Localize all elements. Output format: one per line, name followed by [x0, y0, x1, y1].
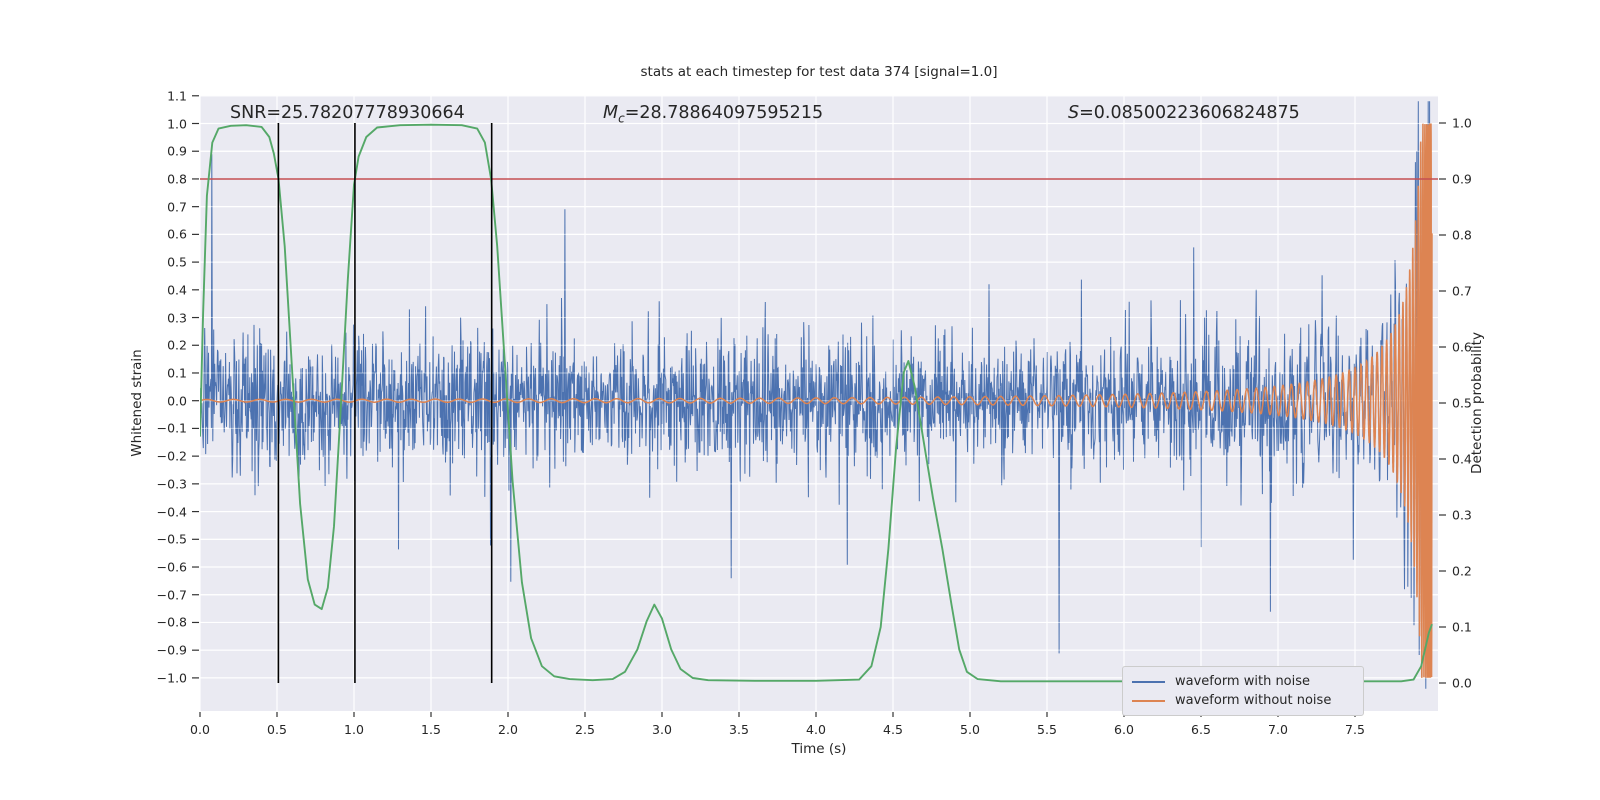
y-tick-label-right: 0.1 — [1452, 619, 1472, 635]
annotation-chirp-mass: Mc=28.78864097595215 — [603, 103, 824, 126]
legend: waveform with noise waveform without noi… — [1122, 666, 1364, 716]
x-tick-label: 3.0 — [652, 722, 672, 737]
legend-item-with-noise: waveform with noise — [1132, 672, 1354, 691]
legend-label: waveform without noise — [1175, 693, 1332, 708]
x-tick-label: 0.5 — [267, 722, 287, 737]
y-tick-label-right: 1.0 — [1452, 115, 1472, 131]
y-tick-label-left: 0.5 — [167, 254, 187, 270]
legend-line-sample-blue — [1132, 680, 1165, 683]
y-tick-label-left: 0.6 — [167, 226, 187, 242]
y-tick-label-left: −1.0 — [156, 670, 187, 686]
x-tick-label: 1.0 — [344, 722, 364, 737]
y-tick-label-left: 0.1 — [167, 365, 187, 381]
x-tick-label: 4.0 — [806, 722, 826, 737]
legend-item-without-noise: waveform without noise — [1132, 691, 1354, 710]
y-tick-label-left: −0.2 — [156, 448, 187, 464]
y-tick-label-right: 0.5 — [1452, 395, 1472, 411]
y-tick-label-left: 0.0 — [167, 393, 187, 409]
y-tick-label-right: 0.9 — [1452, 171, 1472, 187]
x-tick-label: 2.5 — [575, 722, 595, 737]
x-tick-label: 5.0 — [960, 722, 980, 737]
y-tick-label-left: 0.9 — [167, 143, 187, 159]
y-tick-label-left: 0.7 — [167, 199, 187, 215]
x-axis-label: Time (s) — [791, 741, 847, 757]
chart-title: stats at each timestep for test data 374… — [640, 64, 998, 80]
y-tick-label-left: 0.8 — [167, 171, 187, 187]
x-tick-label: 0.0 — [190, 722, 210, 737]
x-tick-label: 3.5 — [729, 722, 749, 737]
y-tick-label-left: −0.4 — [156, 504, 187, 520]
y-tick-label-left: 1.0 — [167, 116, 187, 131]
y-tick-label-right: 0.0 — [1452, 675, 1472, 691]
annotation-s-stat: S=0.08500223606824875 — [1068, 103, 1300, 123]
y-tick-label-left: −0.1 — [156, 420, 187, 436]
y-axis-label-left: Whitened strain — [129, 349, 145, 457]
y-tick-label-left: −0.3 — [156, 476, 187, 492]
x-tick-label: 6.5 — [1191, 722, 1211, 737]
y-tick-label-left: −0.9 — [156, 642, 187, 658]
y-tick-label-left: −0.6 — [156, 559, 187, 575]
x-tick-label: 7.5 — [1345, 722, 1365, 737]
y-tick-label-left: −0.8 — [156, 614, 187, 630]
x-tick-label: 6.0 — [1114, 722, 1134, 737]
annotation-snr: SNR=25.78207778930664 — [230, 103, 465, 123]
legend-label: waveform with noise — [1175, 674, 1311, 689]
y-tick-label-left: 0.2 — [167, 337, 187, 353]
y-tick-label-right: 0.2 — [1452, 563, 1472, 579]
y-tick-label-left: 0.4 — [167, 282, 187, 298]
x-tick-label: 1.5 — [421, 722, 441, 737]
y-tick-label-left: −0.7 — [156, 587, 187, 603]
legend-line-sample-orange — [1132, 699, 1165, 702]
y-tick-label-right: 0.7 — [1452, 283, 1472, 299]
y-tick-label-right: 0.8 — [1452, 227, 1472, 243]
figure: stats at each timestep for test data 374… — [0, 0, 1600, 800]
x-tick-label: 2.0 — [498, 722, 518, 737]
y-tick-label-right: 0.6 — [1452, 339, 1472, 355]
y-tick-label-left: 0.3 — [167, 310, 187, 326]
x-tick-label: 5.5 — [1037, 722, 1057, 737]
y-tick-label-right: 0.4 — [1452, 451, 1472, 467]
y-tick-label-left: −0.5 — [156, 531, 187, 547]
y-tick-label-right: 0.3 — [1452, 507, 1472, 523]
x-tick-label: 4.5 — [883, 722, 903, 737]
x-tick-label: 7.0 — [1268, 722, 1288, 737]
y-tick-label-left: 1.1 — [167, 88, 187, 104]
